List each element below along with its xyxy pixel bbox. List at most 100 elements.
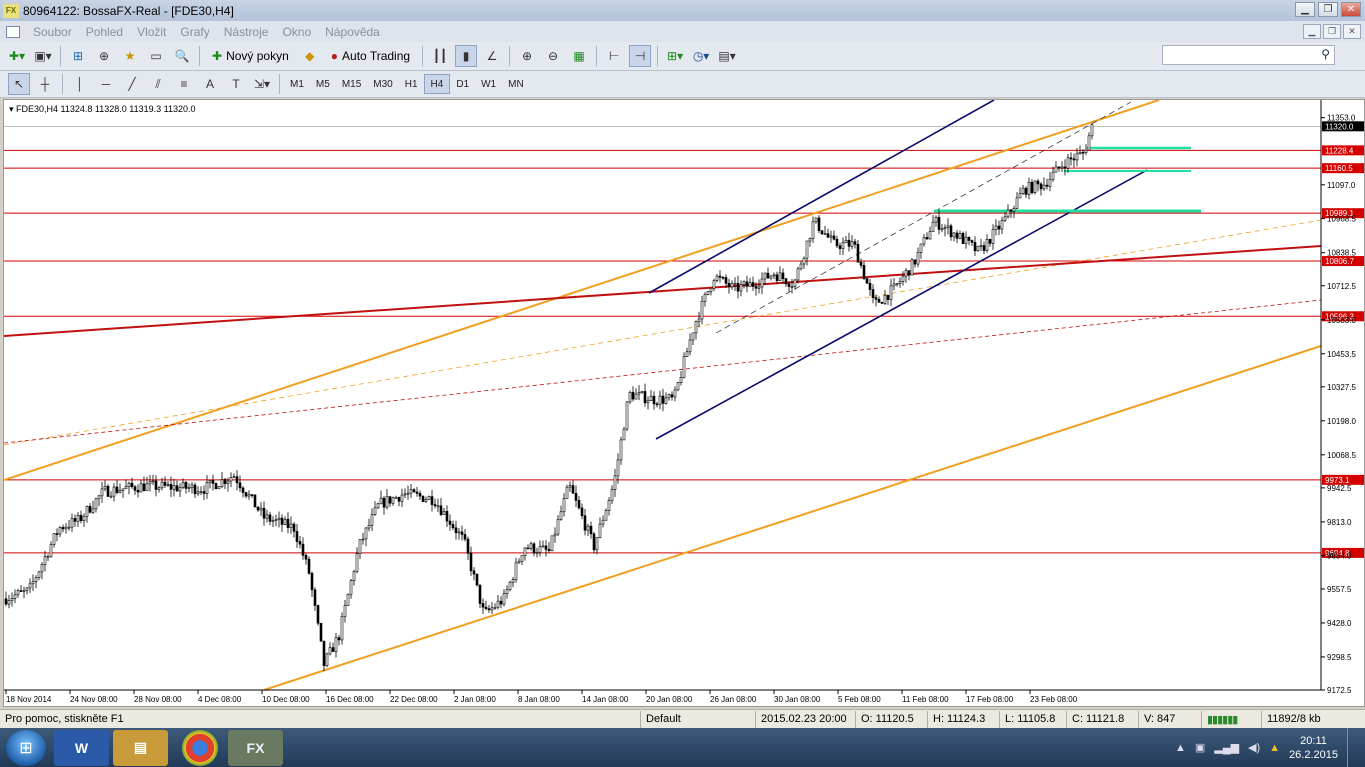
chart-window-icon[interactable]	[6, 25, 20, 38]
candle-body	[850, 241, 854, 247]
chrome-icon[interactable]	[182, 729, 218, 766]
menu-pohled[interactable]: Pohled	[79, 25, 130, 39]
new-order-button[interactable]: ✚ Nový pokyn	[206, 45, 295, 67]
candle-body	[79, 514, 83, 521]
timeframe-h4[interactable]: H4	[423, 74, 451, 94]
menu-nastroje[interactable]: Nástroje	[217, 25, 276, 39]
candle-body	[766, 272, 770, 279]
menu-vlozit[interactable]: Vložit	[130, 25, 173, 39]
periods-icon[interactable]: ◷▾	[690, 45, 712, 67]
candle-body	[562, 498, 566, 513]
candle-body	[565, 486, 569, 499]
text-icon[interactable]: A	[199, 73, 221, 95]
search-icon[interactable]: ⚲	[1321, 47, 1330, 61]
candle-body	[46, 555, 50, 558]
metaeditor-icon[interactable]: ◆	[299, 45, 321, 67]
timeframe-d1[interactable]: D1	[450, 74, 475, 94]
show-desktop-button[interactable]	[1347, 728, 1359, 767]
vertical-line-icon[interactable]: │	[69, 73, 91, 95]
timeframe-m5[interactable]: M5	[310, 74, 336, 94]
chart-shift-icon[interactable]: ⊣	[629, 45, 652, 67]
candle-body	[631, 391, 635, 400]
market-watch-icon[interactable]: ⊞	[67, 45, 89, 67]
candle-body	[373, 507, 377, 515]
candle-body	[1033, 180, 1037, 194]
drive-icon[interactable]: ▲	[1269, 742, 1280, 754]
text-label-icon[interactable]: T	[225, 73, 247, 95]
bar-chart-icon[interactable]: ┃┃	[429, 45, 451, 67]
terminal-icon[interactable]: ▭	[145, 45, 167, 67]
price-chart[interactable]: 11228.411160.510989.110806.710596.39973.…	[4, 100, 1364, 706]
chart-close-button[interactable]: ✕	[1343, 24, 1361, 39]
candle-body	[643, 391, 647, 404]
menu-napoveda[interactable]: Nápověda	[318, 25, 387, 39]
candle-body	[730, 283, 734, 288]
candle-body	[433, 504, 437, 507]
candle-body	[67, 526, 71, 529]
trendline-icon[interactable]: ╱	[121, 73, 143, 95]
tray-device-icon[interactable]: ▣	[1195, 741, 1205, 754]
candle-body	[796, 268, 800, 281]
timeframe-m15[interactable]: M15	[336, 74, 367, 94]
signal-icon[interactable]: ▂▄▆	[1214, 741, 1239, 754]
navigator-icon[interactable]: ★	[119, 45, 141, 67]
red-dashed-trendline	[4, 299, 1322, 444]
close-button[interactable]: ✕	[1341, 2, 1361, 17]
level-label: 11228.4	[1325, 146, 1354, 155]
chart-window[interactable]: 11228.4 11160.5 10989.1 10806.7 10596.3 9973.…	[3, 99, 1365, 707]
start-button-icon[interactable]: ⊞	[6, 729, 46, 766]
chart-minimize-button[interactable]: ▁	[1303, 24, 1321, 39]
candle-body	[310, 573, 314, 591]
word-icon[interactable]: W	[54, 729, 109, 766]
zoom-in-icon[interactable]: ⊕	[516, 45, 538, 67]
candlestick-chart-icon[interactable]: ▮	[455, 45, 478, 67]
equidistant-channel-icon[interactable]: ⫽	[147, 73, 169, 95]
chart-restore-button[interactable]: ❐	[1323, 24, 1341, 39]
minimize-button[interactable]: ▁	[1295, 2, 1315, 17]
fx-app-icon[interactable]: FX	[228, 729, 283, 766]
candle-body	[1090, 124, 1094, 137]
auto-scroll-icon[interactable]: ⊢	[603, 45, 625, 67]
candle-body	[934, 216, 938, 223]
timeframe-h1[interactable]: H1	[399, 74, 424, 94]
indicators-icon[interactable]: ⊞▾	[664, 45, 686, 67]
candle-body	[571, 485, 575, 494]
timeframe-mn[interactable]: MN	[502, 74, 530, 94]
line-chart-icon[interactable]: ∠	[481, 45, 503, 67]
menu-soubor[interactable]: Soubor	[26, 25, 79, 39]
candle-body	[262, 507, 266, 519]
candle-body	[397, 497, 401, 502]
timeframe-w1[interactable]: W1	[475, 74, 502, 94]
profiles-icon[interactable]: ▣▾	[32, 45, 54, 67]
candle-body	[523, 547, 527, 556]
tile-windows-icon[interactable]: ▦	[568, 45, 590, 67]
explorer-icon[interactable]: ▤	[113, 729, 168, 766]
candle-body	[844, 239, 848, 244]
strategy-tester-icon[interactable]: 🔍	[171, 45, 193, 67]
clock[interactable]: 20:11 26.2.2015	[1289, 734, 1338, 762]
timeframe-m30[interactable]: M30	[367, 74, 398, 94]
candle-body	[448, 520, 452, 525]
candle-body	[568, 485, 572, 488]
horizontal-line-icon[interactable]: ─	[95, 73, 117, 95]
candle-body	[727, 282, 731, 288]
cursor-icon[interactable]: ↖	[8, 73, 30, 95]
search-input[interactable]: ⚲	[1162, 45, 1335, 65]
fibonacci-icon[interactable]: ≡	[173, 73, 195, 95]
zoom-out-icon[interactable]: ⊖	[542, 45, 564, 67]
current-price-label: 11320.0	[1325, 122, 1354, 131]
menu-grafy[interactable]: Grafy	[173, 25, 216, 39]
data-window-icon[interactable]: ⊕	[93, 45, 115, 67]
maximize-button[interactable]: ❐	[1318, 2, 1338, 17]
menu-okno[interactable]: Okno	[275, 25, 318, 39]
auto-trading-button[interactable]: ● Auto Trading	[325, 45, 416, 67]
candle-body	[892, 283, 896, 287]
timeframe-m1[interactable]: M1	[284, 74, 310, 94]
orange-trend-upper	[4, 100, 1160, 481]
crosshair-icon[interactable]: ┼	[34, 73, 56, 95]
volume-icon[interactable]: ◀)	[1248, 741, 1260, 754]
templates-icon[interactable]: ▤▾	[716, 45, 738, 67]
arrows-icon[interactable]: ⇲▾	[251, 73, 273, 95]
new-chart-icon[interactable]: ✚▾	[6, 45, 28, 67]
tray-arrow-icon[interactable]: ▲	[1175, 742, 1186, 754]
